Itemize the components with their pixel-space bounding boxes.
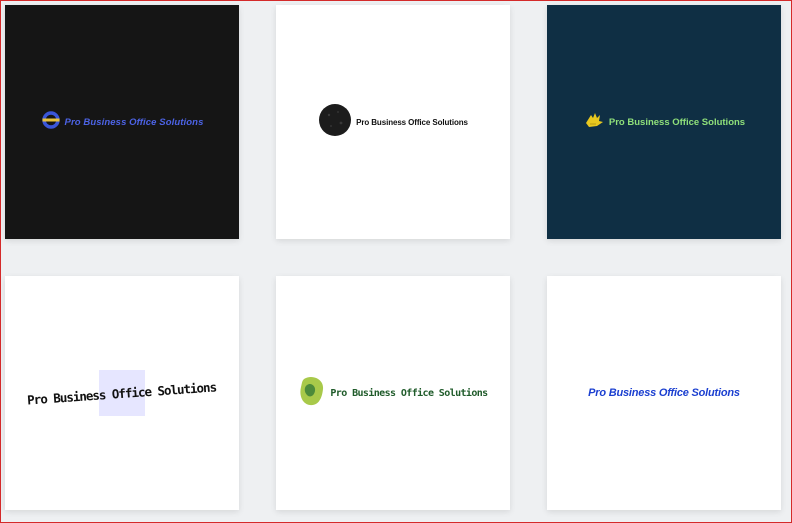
logo-card-4[interactable]: Pro Business Office Solutions <box>5 276 239 510</box>
logo: Pro Business Office Solutions <box>41 110 204 135</box>
logo-text: Pro Business Office Solutions <box>64 116 204 128</box>
logo: Pro Business Office Solutions <box>318 103 468 142</box>
logo-text: Pro Business Office Solutions <box>588 387 740 399</box>
logo: Pro Business Office Solutions <box>588 387 740 399</box>
logo-card-5[interactable]: Pro Business Office Solutions <box>276 276 510 510</box>
logo-text: Pro Business Office Solutions <box>608 116 746 128</box>
dark-circle-icon <box>318 103 352 142</box>
logo-card-3[interactable]: Pro Business Office Solutions <box>547 5 781 239</box>
logo-card-6[interactable]: Pro Business Office Solutions <box>547 276 781 510</box>
logo-card-1[interactable]: Pro Business Office Solutions <box>5 5 239 239</box>
green-blob-icon <box>298 375 326 412</box>
logo: Pro Business Office Solutions <box>27 379 217 407</box>
hand-icon <box>583 110 605 135</box>
logo-text: Pro Business Office Solutions <box>356 117 468 127</box>
logo: Pro Business Office Solutions <box>583 110 745 135</box>
logo: Pro Business Office Solutions <box>298 375 488 412</box>
ring-icon <box>41 110 61 135</box>
logo-text: Pro Business Office Solutions <box>330 387 488 399</box>
logo-card-2[interactable]: Pro Business Office Solutions <box>276 5 510 239</box>
